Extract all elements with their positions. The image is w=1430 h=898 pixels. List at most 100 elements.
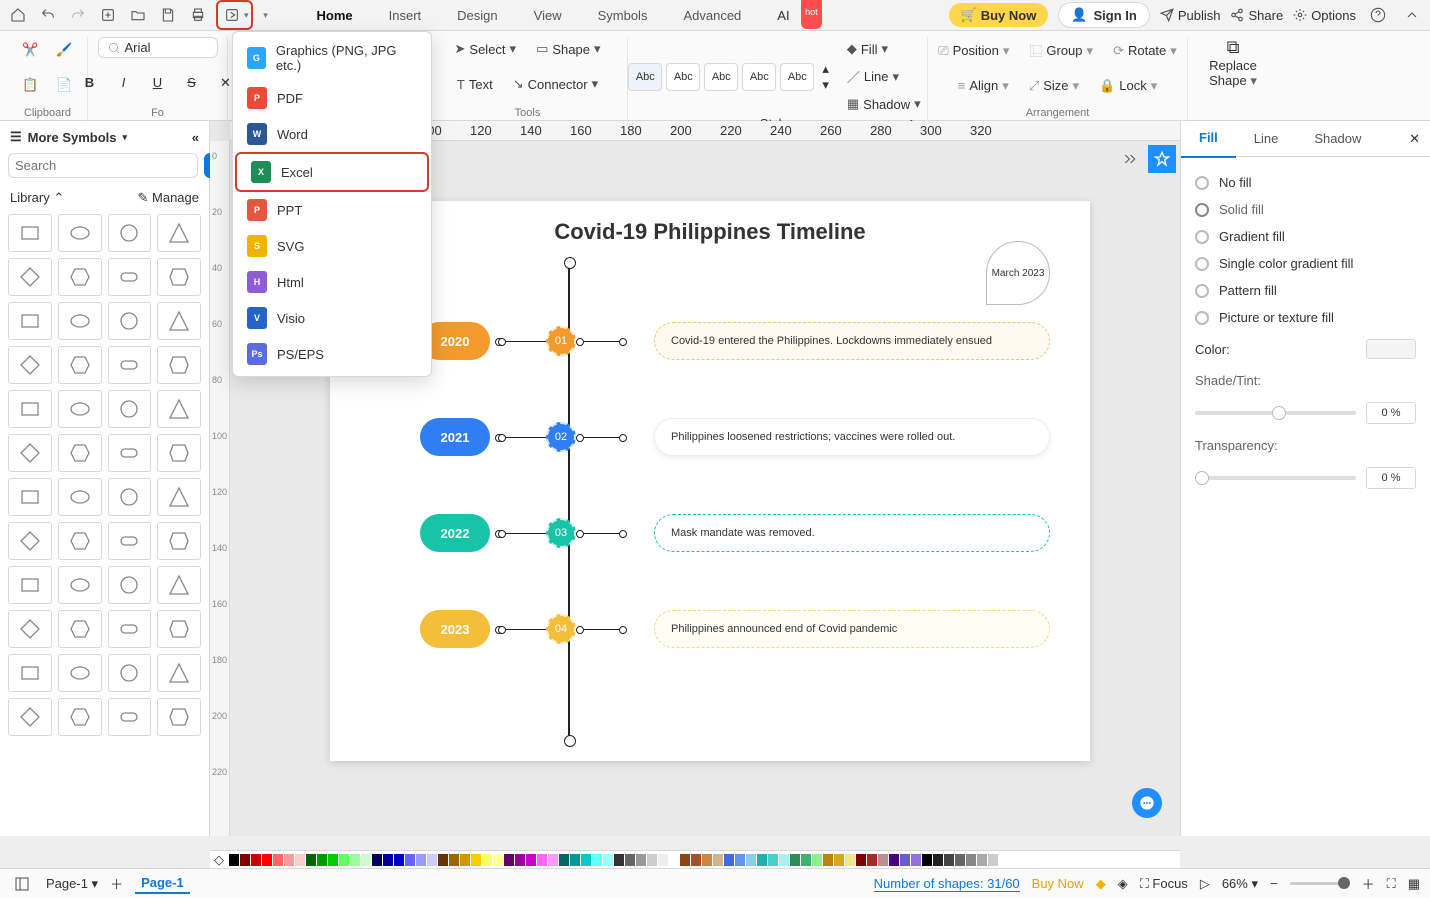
- fill-option-single-gradient[interactable]: Single color gradient fill: [1195, 250, 1416, 277]
- home-icon[interactable]: [6, 3, 30, 27]
- shape-stencil[interactable]: [58, 654, 102, 692]
- color-swatch[interactable]: [779, 854, 789, 866]
- color-swatch[interactable]: [317, 854, 327, 866]
- timeline-row-2020[interactable]: 202001Covid-19 entered the Philippines. …: [330, 311, 1090, 371]
- page-selector[interactable]: Page-1 ▾: [46, 876, 98, 892]
- shape-stencil[interactable]: [58, 522, 102, 560]
- sign-in-button[interactable]: 👤 Sign In: [1058, 2, 1150, 28]
- export-pdf[interactable]: PPDF: [233, 80, 431, 116]
- shape-stencil[interactable]: [157, 566, 201, 604]
- color-swatch[interactable]: [966, 854, 976, 866]
- fill-option-gradient[interactable]: Gradient fill: [1195, 223, 1416, 250]
- fill-option-pattern[interactable]: Pattern fill: [1195, 277, 1416, 304]
- color-swatch[interactable]: [438, 854, 448, 866]
- add-page-icon[interactable]: ＋: [110, 874, 123, 893]
- tab-advanced[interactable]: Advanced: [665, 0, 759, 31]
- symbol-search-input[interactable]: [8, 153, 198, 178]
- color-swatch[interactable]: [856, 854, 866, 866]
- transparency-slider[interactable]: [1195, 476, 1356, 480]
- shape-stencil[interactable]: [8, 698, 52, 736]
- underline-button[interactable]: U: [145, 70, 171, 96]
- shape-stencil[interactable]: [58, 698, 102, 736]
- format-painter-icon[interactable]: 🖌️: [52, 37, 78, 63]
- shape-stencil[interactable]: [157, 214, 201, 252]
- shape-stencil[interactable]: [58, 214, 102, 252]
- export-graphics[interactable]: GGraphics (PNG, JPG etc.): [233, 36, 431, 80]
- color-swatch[interactable]: [735, 854, 745, 866]
- color-swatch[interactable]: [790, 854, 800, 866]
- shadow-dropdown[interactable]: ▦ Shadow ▾: [841, 92, 927, 116]
- tab-design[interactable]: Design: [439, 0, 515, 31]
- export-ppt[interactable]: PPPT: [233, 192, 431, 228]
- line-dropdown[interactable]: ／ Line ▾: [841, 63, 927, 90]
- position-dropdown[interactable]: ⎚ Position ▾: [932, 39, 1015, 63]
- help-icon[interactable]: [1366, 3, 1390, 27]
- publish-button[interactable]: Publish: [1160, 8, 1221, 23]
- color-swatch[interactable]: [284, 854, 294, 866]
- shape-stencil[interactable]: [157, 434, 201, 472]
- shape-stencil[interactable]: [157, 258, 201, 296]
- shape-stencil[interactable]: [108, 522, 152, 560]
- color-swatch[interactable]: [471, 854, 481, 866]
- shape-stencil[interactable]: [8, 434, 52, 472]
- color-swatch[interactable]: [372, 854, 382, 866]
- export-icon[interactable]: [220, 3, 244, 27]
- timeline-description[interactable]: Philippines loosened restrictions; vacci…: [654, 418, 1050, 456]
- color-swatch[interactable]: [361, 854, 371, 866]
- text-tool[interactable]: T Text: [451, 73, 499, 96]
- transparency-value[interactable]: 0 %: [1366, 467, 1416, 489]
- color-swatch[interactable]: [328, 854, 338, 866]
- shape-stencil[interactable]: [8, 258, 52, 296]
- more-dropdown-icon[interactable]: ▾: [259, 3, 273, 27]
- shape-stencil[interactable]: [108, 654, 152, 692]
- color-swatch[interactable]: [449, 854, 459, 866]
- color-swatch[interactable]: [482, 854, 492, 866]
- export-ps-eps[interactable]: PsPS/EPS: [233, 336, 431, 372]
- fill-option-picture[interactable]: Picture or texture fill: [1195, 304, 1416, 331]
- expand-right-icon[interactable]: [1118, 147, 1142, 171]
- year-pill[interactable]: 2022: [420, 514, 490, 552]
- color-swatch[interactable]: [922, 854, 932, 866]
- shape-stencil[interactable]: [157, 302, 201, 340]
- shape-stencil[interactable]: [108, 258, 152, 296]
- color-swatch[interactable]: [460, 854, 470, 866]
- play-icon[interactable]: ▷: [1200, 876, 1210, 892]
- shape-stencil[interactable]: [108, 566, 152, 604]
- color-swatch[interactable]: [339, 854, 349, 866]
- color-swatch[interactable]: [295, 854, 305, 866]
- timeline-node[interactable]: 04: [546, 614, 576, 644]
- color-swatch[interactable]: [625, 854, 635, 866]
- open-icon[interactable]: [126, 3, 150, 27]
- format-tab-shadow[interactable]: Shadow: [1296, 121, 1379, 157]
- new-icon[interactable]: [96, 3, 120, 27]
- shape-stencil[interactable]: [157, 610, 201, 648]
- page-layout-icon[interactable]: [10, 872, 34, 896]
- styles-down-icon[interactable]: ▾: [822, 77, 829, 93]
- color-swatch[interactable]: [955, 854, 965, 866]
- fill-option-none[interactable]: No fill: [1195, 169, 1416, 196]
- color-swatch[interactable]: [933, 854, 943, 866]
- color-swatch[interactable]: [768, 854, 778, 866]
- shape-stencil[interactable]: [108, 214, 152, 252]
- print-icon[interactable]: [186, 3, 210, 27]
- color-swatch[interactable]: [834, 854, 844, 866]
- color-swatch[interactable]: [746, 854, 756, 866]
- style-preset-4[interactable]: Abc: [742, 63, 776, 91]
- color-swatch[interactable]: [878, 854, 888, 866]
- format-tab-fill[interactable]: Fill: [1181, 120, 1236, 158]
- chat-fab-icon[interactable]: [1132, 788, 1162, 818]
- style-preset-1[interactable]: Abc: [628, 63, 662, 91]
- more-symbols-header[interactable]: ☰ More Symbols▾ «: [0, 121, 209, 153]
- shape-stencil[interactable]: [108, 698, 152, 736]
- redo-icon[interactable]: [66, 3, 90, 27]
- shape-stencil[interactable]: [108, 302, 152, 340]
- color-swatch[interactable]: [724, 854, 734, 866]
- export-excel-highlighted[interactable]: XExcel: [235, 152, 429, 192]
- shape-stencil[interactable]: [8, 214, 52, 252]
- shape-stencil[interactable]: [58, 390, 102, 428]
- collapse-ribbon-icon[interactable]: [1400, 3, 1424, 27]
- color-swatch[interactable]: [999, 854, 1009, 866]
- select-tool[interactable]: ➤ Select ▾: [449, 37, 523, 61]
- page-tab-1[interactable]: Page-1: [135, 873, 190, 894]
- shape-stencil[interactable]: [58, 302, 102, 340]
